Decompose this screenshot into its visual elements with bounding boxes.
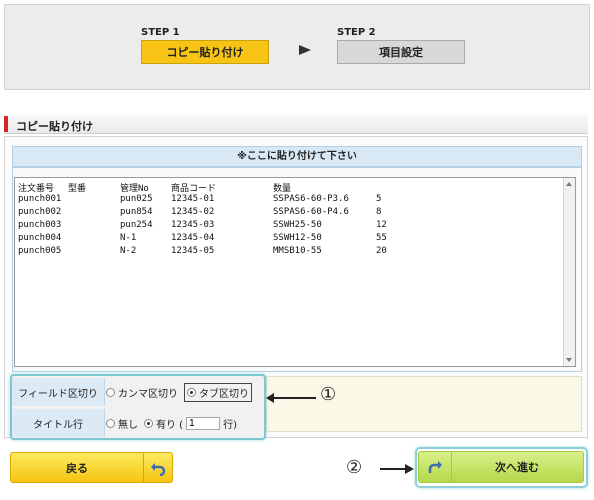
section-accent-bar xyxy=(4,116,8,132)
section-title: コピー貼り付け xyxy=(16,120,93,133)
cell: 12345-04 xyxy=(171,233,215,243)
paste-header-row: 注文番号 型番 管理No 商品コード 数量 xyxy=(18,181,558,194)
col-control-no: 管理No xyxy=(120,184,149,194)
col-order-no: 注文番号 xyxy=(18,184,55,194)
field-separator-row: フィールド区切り カンマ区切り タブ区切り xyxy=(12,378,264,408)
back-button[interactable]: 戻る xyxy=(10,452,173,483)
step-2: STEP 2 項目設定 xyxy=(337,27,465,64)
radio-icon xyxy=(106,387,115,397)
step-progress-banner: STEP 1 コピー貼り付け STEP 2 項目設定 xyxy=(4,4,590,90)
tab-separator-label: タブ区切り xyxy=(199,388,249,400)
next-button[interactable]: 次へ進む xyxy=(418,451,584,483)
cell: punch002 xyxy=(18,207,62,217)
section-header: コピー貼り付け xyxy=(4,114,588,134)
annotation-number-2: ② xyxy=(346,457,363,478)
cell: 20 xyxy=(376,246,387,256)
cell: 12345-01 xyxy=(171,194,215,204)
paste-textarea[interactable]: 注文番号 型番 管理No 商品コード 数量 punch001 pun025 12… xyxy=(14,177,576,367)
radio-icon xyxy=(106,418,115,428)
radio-selected-icon xyxy=(144,418,153,428)
paste-text-content: 注文番号 型番 管理No 商品コード 数量 punch001 pun025 12… xyxy=(18,181,558,259)
col-product-code: 商品コード xyxy=(171,184,217,194)
cell: 12345-02 xyxy=(171,207,215,217)
paste-row: punch004 N-1 12345-04 SSWH12-50 55 xyxy=(18,233,558,246)
title-none-label: 無し xyxy=(118,419,138,431)
cell: pun254 xyxy=(120,220,153,230)
cell: punch005 xyxy=(18,246,62,256)
step-1-label: STEP 1 xyxy=(141,27,180,38)
cell: SSPAS6-60-P3.6 xyxy=(273,194,349,204)
tab-separator-radio[interactable]: タブ区切り xyxy=(184,382,252,402)
step-2-label: STEP 2 xyxy=(337,27,376,38)
title-row-label: タイトル行 xyxy=(12,409,105,437)
cell: SSWH25-50 xyxy=(273,220,322,230)
cell: punch001 xyxy=(18,194,62,204)
cell: 12345-05 xyxy=(171,246,215,256)
title-yes-suffix: 行) xyxy=(223,419,237,431)
cell: MMSB10-55 xyxy=(273,246,322,256)
step-2-box: 項目設定 xyxy=(337,40,465,64)
cell: N-2 xyxy=(120,246,137,256)
cell: N-1 xyxy=(120,233,137,243)
cell: SSPAS6-60-P4.6 xyxy=(273,207,349,217)
paste-row: punch005 N-2 12345-05 MMSB10-55 20 xyxy=(18,246,558,259)
title-none-radio[interactable]: 無し xyxy=(106,416,138,431)
paste-instructions: ※ここに貼り付けて下さい xyxy=(12,146,582,167)
cell: 12345-03 xyxy=(171,220,215,230)
paste-row: punch003 pun254 12345-03 SSWH25-50 12 xyxy=(18,220,558,233)
radio-selected-icon xyxy=(187,387,196,397)
step-arrow-icon xyxy=(299,45,311,55)
annotation-arrow-2-icon xyxy=(405,464,414,474)
title-row-choices: 無し 有り ( 行) xyxy=(106,409,262,437)
scroll-down-icon[interactable] xyxy=(566,358,572,362)
step-1: STEP 1 コピー貼り付け xyxy=(141,27,269,64)
annotation-arrow-2-line xyxy=(380,468,406,470)
cell: pun854 xyxy=(120,207,153,217)
next-button-label: 次へ進む xyxy=(495,461,539,474)
cell: pun025 xyxy=(120,194,153,204)
col-model: 型番 xyxy=(68,184,87,194)
cell: punch004 xyxy=(18,233,62,243)
field-separator-choices: カンマ区切り タブ区切り xyxy=(106,378,262,406)
step-1-box: コピー貼り付け xyxy=(141,40,269,64)
comma-separator-label: カンマ区切り xyxy=(118,388,178,400)
annotation-number-1: ① xyxy=(320,384,337,405)
textarea-scrollbar[interactable] xyxy=(563,178,575,366)
cell: 5 xyxy=(376,194,382,204)
paste-row: punch001 pun025 12345-01 SSPAS6-60-P3.6 … xyxy=(18,194,558,207)
col-quantity: 数量 xyxy=(273,184,292,194)
redo-arrow-icon xyxy=(419,452,452,482)
title-row-row: タイトル行 無し 有り ( 行) xyxy=(12,409,264,439)
cell: punch003 xyxy=(18,220,62,230)
options-background xyxy=(266,376,582,432)
title-yes-label: 有り ( xyxy=(156,419,184,431)
cell: 55 xyxy=(376,233,387,243)
cell: 12 xyxy=(376,220,387,230)
scroll-up-icon[interactable] xyxy=(566,182,572,186)
title-line-count-input[interactable] xyxy=(186,416,221,430)
cell: SSWH12-50 xyxy=(273,233,322,243)
field-separator-label: フィールド区切り xyxy=(12,378,105,406)
undo-arrow-icon xyxy=(143,453,172,482)
annotation-arrow-1-line xyxy=(272,397,316,399)
back-button-label: 戻る xyxy=(66,461,88,475)
paste-row: punch002 pun854 12345-02 SSPAS6-60-P4.6 … xyxy=(18,207,558,220)
comma-separator-radio[interactable]: カンマ区切り xyxy=(106,385,178,400)
import-options: フィールド区切り カンマ区切り タブ区切り タイトル行 無し 有り ( 行) xyxy=(10,374,266,440)
cell: 8 xyxy=(376,207,382,217)
title-yes-radio[interactable]: 有り ( 行) xyxy=(144,416,237,431)
